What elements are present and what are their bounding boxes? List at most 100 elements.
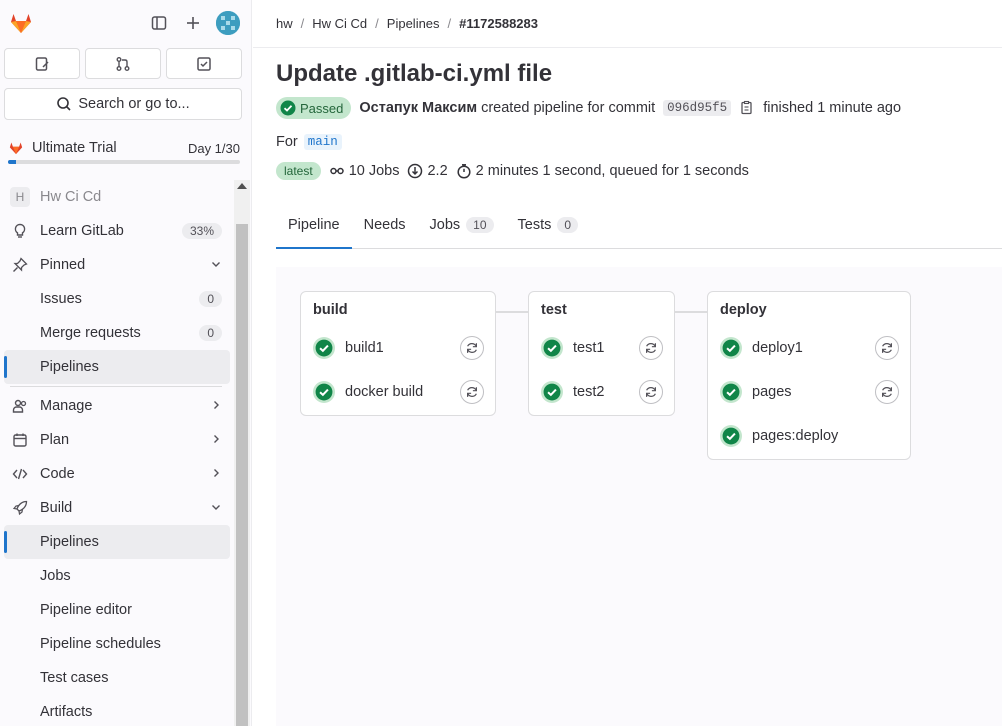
- job-test2[interactable]: test2: [541, 379, 604, 405]
- stage-connector: [674, 311, 707, 313]
- job-test1[interactable]: test1: [541, 335, 604, 361]
- job-pages-deploy[interactable]: pages:deploy: [720, 423, 838, 449]
- stage-deploy: deploy deploy1 pages pages:deploy: [707, 291, 911, 460]
- status-success-icon: [541, 337, 563, 359]
- sidebar-item-code[interactable]: Code: [0, 457, 232, 491]
- retry-icon[interactable]: [460, 336, 484, 360]
- sidebar-item-test-cases[interactable]: Test cases: [0, 661, 232, 695]
- sidebar-header: [0, 0, 252, 48]
- chevron-down-icon: [210, 258, 222, 274]
- tab-needs[interactable]: Needs: [352, 202, 418, 248]
- sidebar-item-label: Pinned: [40, 257, 86, 273]
- sidebar-item-learn-gitlab[interactable]: Learn GitLab 33%: [0, 214, 232, 248]
- chevron-right-icon: [210, 399, 222, 415]
- merge-requests-button[interactable]: [85, 48, 161, 79]
- search-icon: [57, 97, 71, 111]
- retry-icon[interactable]: [639, 380, 663, 404]
- scrollbar-thumb[interactable]: [236, 224, 248, 726]
- breadcrumb-separator: /: [300, 16, 305, 31]
- sidebar-item-manage[interactable]: Manage: [0, 389, 232, 423]
- todo-icon: [197, 56, 211, 71]
- sidebar-toggle-icon[interactable]: [148, 12, 170, 34]
- sidebar: Search or go to... Ultimate Trial Day 1/…: [0, 0, 252, 726]
- sidebar-item-label: Build: [40, 500, 73, 516]
- sidebar-item-merge-requests[interactable]: Merge requests 0: [0, 316, 232, 350]
- for-label: For: [276, 134, 298, 150]
- sidebar-item-label: Pipeline editor: [40, 602, 132, 618]
- breadcrumb-item[interactable]: Pipelines: [387, 16, 440, 31]
- job-name: docker build: [345, 384, 424, 400]
- latest-badge: latest: [276, 162, 321, 180]
- job-deploy1[interactable]: deploy1: [720, 335, 803, 361]
- timer-icon: [457, 164, 471, 179]
- retry-icon[interactable]: [875, 380, 899, 404]
- status-success-icon: [313, 381, 335, 403]
- sidebar-item-pipeline-editor[interactable]: Pipeline editor: [0, 593, 232, 627]
- tab-label: Jobs: [429, 217, 461, 233]
- stage-title: test: [541, 302, 567, 318]
- sidebar-item-pinned-pipelines[interactable]: Pipelines: [4, 350, 230, 384]
- sidebar-item-issues[interactable]: Issues 0: [0, 282, 232, 316]
- breadcrumb-item[interactable]: Hw Ci Cd: [312, 16, 367, 31]
- job-pages[interactable]: pages: [720, 379, 792, 405]
- retry-icon[interactable]: [460, 380, 484, 404]
- finished-text: finished 1 minute ago: [763, 100, 902, 116]
- breadcrumb-current[interactable]: #1172588283: [459, 16, 538, 31]
- page-title: Update .gitlab-ci.yml file: [276, 60, 553, 87]
- trial-widget[interactable]: Ultimate Trial Day 1/30: [8, 138, 240, 164]
- trial-progress-fill: [8, 160, 16, 164]
- todo-button[interactable]: [166, 48, 242, 79]
- retry-icon[interactable]: [875, 336, 899, 360]
- assigned-issues-button[interactable]: [4, 48, 80, 79]
- gitlab-tanuki-icon: [9, 142, 23, 155]
- tab-tests[interactable]: Tests 0: [506, 202, 591, 248]
- plus-icon[interactable]: [182, 12, 204, 34]
- scroll-up-arrow-icon[interactable]: [237, 183, 247, 189]
- branch-row: For main: [276, 134, 342, 150]
- sidebar-item-artifacts[interactable]: Artifacts: [0, 695, 232, 726]
- project-header[interactable]: H Hw Ci Cd: [0, 180, 232, 214]
- branch-link[interactable]: main: [303, 134, 342, 150]
- pipeline-tabs: Pipeline Needs Jobs 10 Tests 0: [276, 202, 1002, 249]
- user-avatar[interactable]: [216, 11, 240, 35]
- pipeline-stats: latest 10 Jobs 2.2 2 minutes 1 second, q…: [276, 162, 749, 180]
- job-docker-build[interactable]: docker build: [313, 379, 423, 405]
- breadcrumb-item[interactable]: hw: [276, 16, 293, 31]
- jobs-count: 10 Jobs: [348, 163, 400, 179]
- tab-jobs[interactable]: Jobs 10: [418, 202, 506, 248]
- sidebar-item-pipelines[interactable]: Pipelines: [4, 525, 230, 559]
- sidebar-nav: H Hw Ci Cd Learn GitLab 33% Pinned Issue…: [0, 180, 232, 726]
- stage-test: test test1 test2: [528, 291, 675, 416]
- sidebar-item-pipeline-schedules[interactable]: Pipeline schedules: [0, 627, 232, 661]
- sidebar-scrollbar[interactable]: [234, 180, 250, 726]
- users-icon: [10, 398, 30, 414]
- gitlab-logo-icon[interactable]: [8, 10, 34, 36]
- status-success-icon: [541, 381, 563, 403]
- sidebar-item-label: Jobs: [40, 568, 71, 584]
- header-divider: [253, 47, 1002, 48]
- copy-icon[interactable]: [739, 100, 755, 116]
- sidebar-item-label: Code: [40, 466, 75, 482]
- commit-sha[interactable]: 096d95f5: [663, 100, 732, 116]
- merge-requests-count: 0: [199, 325, 222, 341]
- main-content: hw / Hw Ci Cd / Pipelines / #1172588283 …: [253, 0, 1002, 726]
- tab-pipeline[interactable]: Pipeline: [276, 202, 352, 249]
- search-button[interactable]: Search or go to...: [4, 88, 242, 120]
- sidebar-item-pinned[interactable]: Pinned: [0, 248, 232, 282]
- search-label: Search or go to...: [78, 96, 190, 112]
- sidebar-item-jobs[interactable]: Jobs: [0, 559, 232, 593]
- sidebar-item-plan[interactable]: Plan: [0, 423, 232, 457]
- author-name[interactable]: Остапук Максим: [359, 100, 477, 116]
- retry-icon[interactable]: [639, 336, 663, 360]
- status-success-icon: [720, 425, 742, 447]
- quick-actions: [4, 48, 242, 79]
- sidebar-item-build[interactable]: Build: [0, 491, 232, 525]
- sidebar-item-label: Issues: [40, 291, 82, 307]
- sidebar-item-label: Plan: [40, 432, 70, 448]
- pipeline-meta: Passed Остапук Максим created pipeline f…: [276, 97, 901, 119]
- job-build1[interactable]: build1: [313, 335, 384, 361]
- status-success-icon: [720, 337, 742, 359]
- tab-label: Tests: [517, 217, 552, 233]
- learn-gitlab-progress: 33%: [181, 223, 222, 239]
- status-badge[interactable]: Passed: [276, 97, 352, 119]
